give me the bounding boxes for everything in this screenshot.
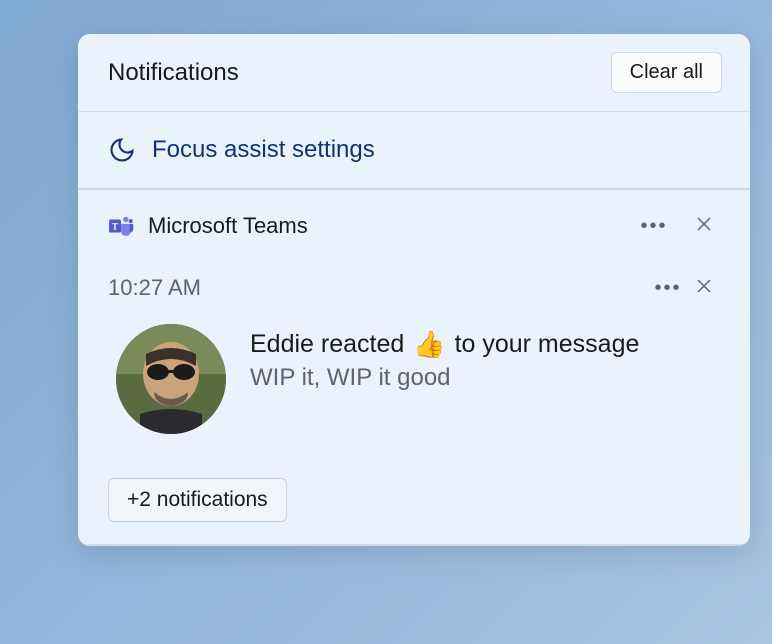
close-icon [696,216,712,237]
notification-subtitle: WIP it, WIP it good [250,364,722,392]
teams-icon: T [108,213,134,239]
more-notifications-button[interactable]: +2 notifications [108,478,287,522]
item-meta: 10:27 AM ••• [108,270,722,306]
dots-icon: ••• [654,278,681,298]
timestamp: 10:27 AM [108,275,650,301]
close-icon [696,278,712,299]
avatar [116,324,226,434]
panel-title: Notifications [108,59,239,87]
notification-title: Eddie reacted 👍 to your message [250,328,722,362]
item-more-button[interactable]: ••• [650,270,686,306]
notification-item[interactable]: 10:27 AM ••• [78,258,750,454]
title-suffix: to your message [455,330,640,358]
item-close-button[interactable] [686,270,722,306]
focus-assist-label: Focus assist settings [152,136,375,164]
group-close-button[interactable] [686,208,722,244]
app-name: Microsoft Teams [148,213,622,239]
item-body: Eddie reacted 👍 to your message WIP it, … [108,324,722,434]
moon-icon [108,136,136,164]
panel-header: Notifications Clear all [78,34,750,112]
app-header: T Microsoft Teams ••• [78,190,750,258]
notification-group: T Microsoft Teams ••• [78,190,750,546]
item-text: Eddie reacted 👍 to your message WIP it, … [250,324,722,392]
focus-assist-settings[interactable]: Focus assist settings [78,112,750,190]
dots-icon: ••• [640,216,667,236]
title-prefix: Eddie reacted [250,330,404,358]
group-more-button[interactable]: ••• [636,208,672,244]
svg-text:T: T [112,221,119,232]
clear-all-button[interactable]: Clear all [611,52,722,93]
divider [78,544,750,546]
thumbs-up-icon: 👍 [413,328,445,362]
notification-panel: Notifications Clear all Focus assist set… [78,34,750,546]
